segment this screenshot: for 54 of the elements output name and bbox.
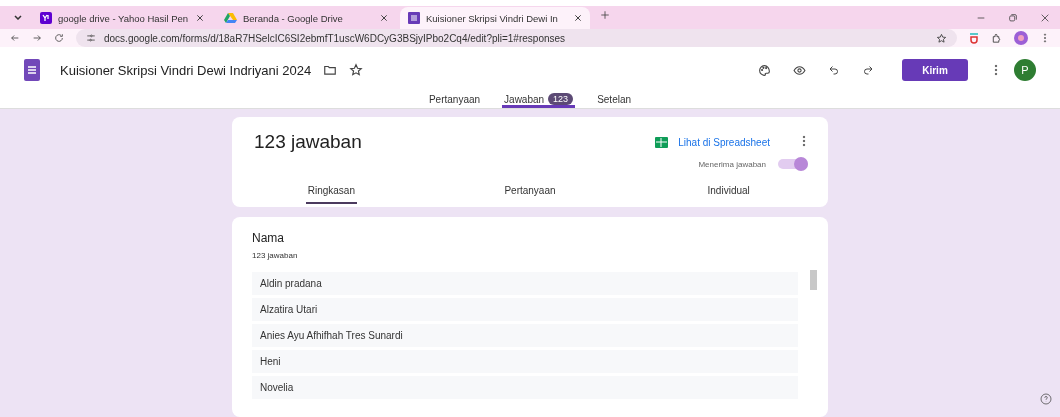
answer-count: 123 jawaban	[251, 250, 299, 262]
undo-icon[interactable]	[828, 64, 840, 76]
yahoo-icon	[40, 12, 52, 24]
form-tab[interactable]: Pertanyaan	[426, 93, 483, 108]
site-settings-icon[interactable]	[86, 33, 96, 43]
send-button[interactable]: Kirim	[902, 59, 968, 81]
form-tab[interactable]: Setelan	[595, 93, 634, 108]
accepting-label: Menerima jawaban	[698, 159, 766, 169]
browser-tab[interactable]: Kuisioner Skripsi Vindri Dewi In	[400, 7, 590, 29]
answer-row: Anies Ayu Afhifhah Tres Sunardi	[252, 324, 798, 347]
url-text: docs.google.com/forms/d/18aR7HSelcIC6SI2ebmfT1uscW6DCyG3BSjyIPbo2Cq4/edit?pli=1#responses	[104, 32, 567, 44]
close-icon[interactable]	[196, 14, 204, 22]
help-icon[interactable]	[1040, 393, 1052, 405]
reload-icon[interactable]	[54, 33, 64, 43]
back-icon[interactable]	[10, 33, 20, 43]
close-icon[interactable]	[380, 14, 388, 22]
forms-icon	[408, 12, 420, 24]
account-avatar[interactable]: P	[1014, 59, 1036, 81]
extension-icon[interactable]	[969, 32, 979, 44]
folder-icon[interactable]	[323, 63, 338, 77]
answer-row: Aldin pradana	[252, 272, 798, 295]
response-count: 123	[548, 93, 574, 105]
palette-icon[interactable]	[758, 63, 771, 77]
profile-icon[interactable]	[1014, 31, 1028, 45]
summary-tab[interactable]: Pertanyaan	[502, 176, 558, 204]
eye-icon[interactable]	[793, 63, 806, 77]
puzzle-icon[interactable]	[991, 32, 1002, 44]
question-title: Nama	[251, 230, 285, 245]
form-title[interactable]: Kuisioner Skripsi Vindri Dewi Indriyani 2024	[60, 62, 312, 78]
browser-tab[interactable]: Beranda - Google Drive	[216, 7, 396, 29]
star-icon[interactable]	[349, 63, 364, 77]
chevron-down-icon[interactable]	[14, 14, 22, 20]
close-icon[interactable]	[1040, 13, 1050, 23]
response-total: 123 jawaban	[254, 131, 363, 153]
form-tab[interactable]: Jawaban 123	[502, 93, 576, 108]
forward-icon[interactable]	[32, 33, 42, 43]
answer-row: Heni	[252, 350, 798, 373]
summary-tab[interactable]: Individual	[705, 176, 752, 204]
restore-icon[interactable]	[1008, 13, 1018, 23]
browser-tab[interactable]: google drive - Yahoo Hasil Pen	[32, 7, 212, 29]
spreadsheet-icon[interactable]	[655, 136, 669, 148]
scrollbar-thumb[interactable]	[810, 270, 817, 290]
forms-logo-icon[interactable]	[24, 59, 40, 81]
star-icon[interactable]	[936, 32, 947, 44]
close-icon[interactable]	[574, 14, 582, 22]
redo-icon[interactable]	[862, 64, 874, 76]
plus-icon[interactable]	[600, 10, 610, 20]
summary-tab[interactable]: Ringkasan	[305, 176, 357, 204]
answer-row: Alzatira Utari	[252, 298, 798, 321]
spreadsheet-link[interactable]: Lihat di Spreadsheet	[678, 136, 770, 148]
accepting-toggle[interactable]	[778, 159, 808, 169]
address-bar[interactable]: docs.google.com/forms/d/18aR7HSelcIC6SI2ebmfT1uscW6DCyG3BSjyIPbo2Cq4/edit?pli=1#responses	[76, 29, 957, 47]
answer-row: Novelia	[252, 376, 798, 399]
drive-icon	[224, 12, 237, 24]
